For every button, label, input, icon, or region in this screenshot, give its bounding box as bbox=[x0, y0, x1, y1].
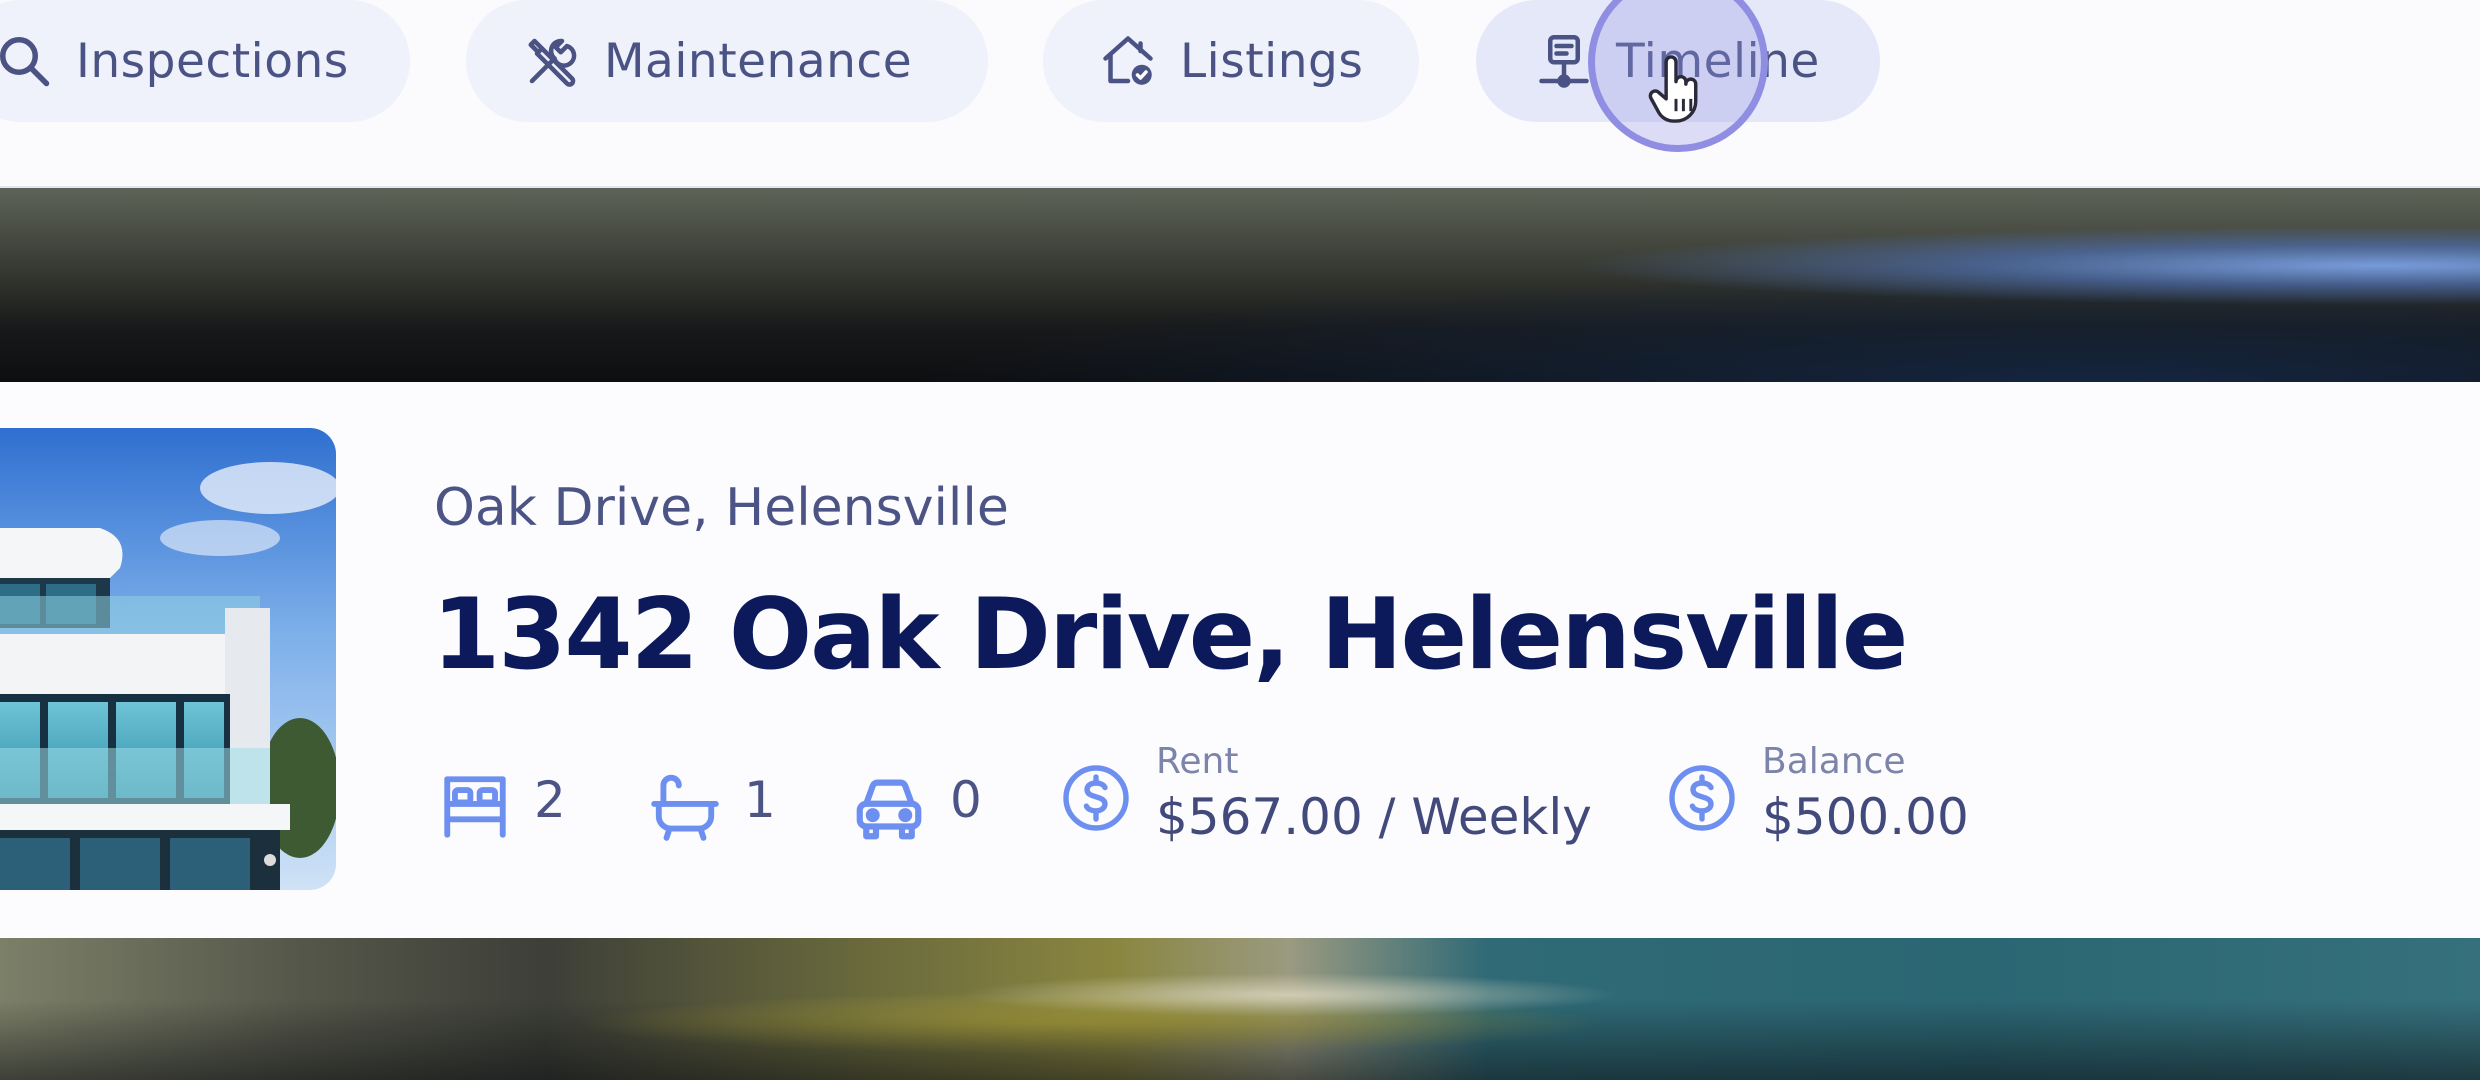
dollar-coin-icon bbox=[1666, 762, 1738, 834]
tab-bar: Inspections Maintenance Listings Timelin… bbox=[0, 0, 2480, 188]
car-icon bbox=[850, 768, 928, 846]
rent-stat: Rent $567.00 / Weekly bbox=[1060, 740, 1592, 850]
tab-label: Inspections bbox=[76, 33, 349, 89]
tab-inspections[interactable]: Inspections bbox=[0, 0, 410, 122]
tab-label: Timeline bbox=[1616, 33, 1820, 89]
tab-maintenance[interactable]: Maintenance bbox=[466, 0, 988, 122]
property-photo bbox=[0, 428, 336, 890]
blurred-hero-image bbox=[0, 188, 2480, 382]
property-card[interactable]: Oak Drive, Helensville 1342 Oak Drive, H… bbox=[0, 382, 2480, 938]
house-check-icon bbox=[1098, 31, 1158, 91]
car-spaces-count: 0 bbox=[950, 771, 982, 829]
tab-timeline[interactable]: Timeline bbox=[1476, 0, 1880, 122]
timeline-icon bbox=[1534, 31, 1594, 91]
bathtub-icon bbox=[648, 770, 722, 844]
property-suburb: Oak Drive, Helensville bbox=[434, 478, 1009, 538]
dollar-coin-icon bbox=[1060, 762, 1132, 834]
bathrooms-stat: 1 bbox=[648, 752, 776, 862]
property-address-title[interactable]: 1342 Oak Drive, Helensville bbox=[432, 578, 1908, 692]
rent-value: $567.00 / Weekly bbox=[1156, 788, 1592, 846]
tab-label: Listings bbox=[1180, 33, 1364, 89]
balance-label: Balance bbox=[1762, 741, 1906, 782]
bathrooms-count: 1 bbox=[744, 771, 776, 829]
tab-listings[interactable]: Listings bbox=[1043, 0, 1419, 122]
tab-label: Maintenance bbox=[604, 33, 913, 89]
bedrooms-count: 2 bbox=[534, 771, 566, 829]
balance-stat: Balance $500.00 bbox=[1666, 740, 1969, 850]
balance-value: $500.00 bbox=[1762, 788, 1969, 846]
bedrooms-stat: 2 bbox=[438, 752, 566, 862]
car-spaces-stat: 0 bbox=[850, 752, 982, 862]
bed-icon bbox=[438, 770, 512, 844]
blurred-next-property-image bbox=[0, 938, 2480, 1080]
rent-label: Rent bbox=[1156, 741, 1239, 782]
search-icon bbox=[0, 31, 54, 91]
tools-icon bbox=[522, 31, 582, 91]
